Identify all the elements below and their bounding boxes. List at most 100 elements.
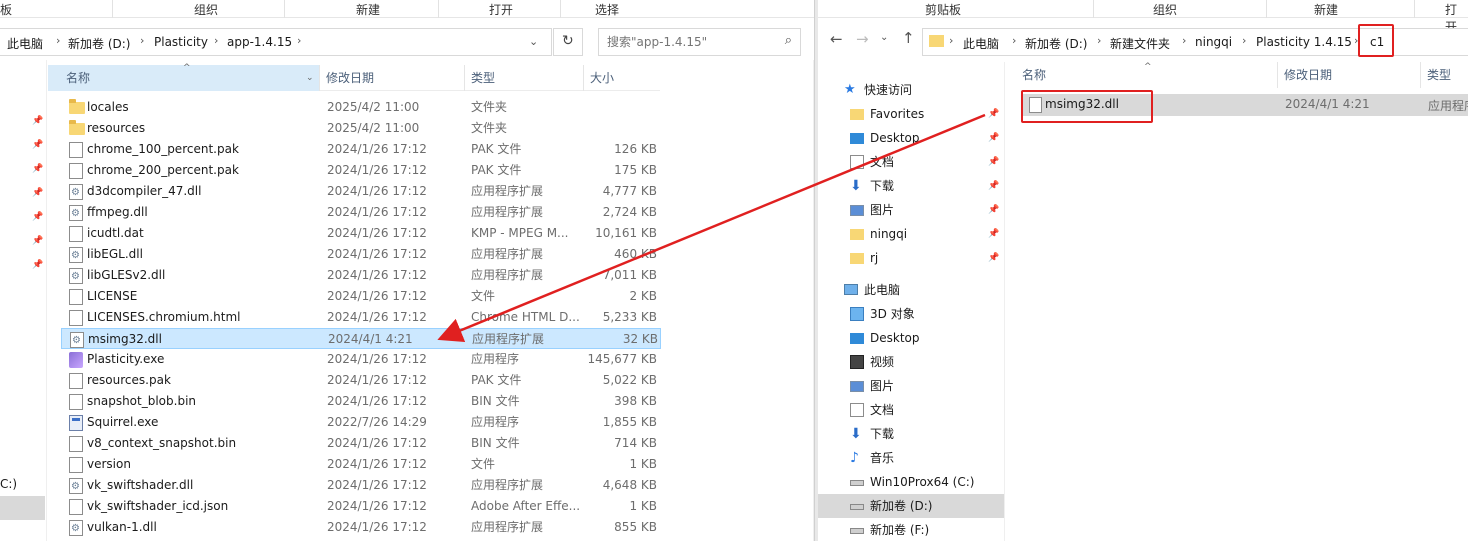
table-row[interactable]: LICENSE 2024/1/26 17:12 文件 2 KB	[61, 286, 673, 307]
ribbon-label[interactable]: 组织	[194, 1, 218, 18]
breadcrumb-item[interactable]: ningqi	[1195, 35, 1232, 49]
ribbon-label[interactable]: 组织	[1153, 1, 1177, 18]
breadcrumb-item[interactable]: 此电脑	[963, 35, 999, 52]
table-row[interactable]: Plasticity.exe 2024/1/26 17:12 应用程序 145,677…	[61, 349, 673, 370]
chevron-down-icon[interactable]: ⌄	[529, 35, 538, 48]
drive-label-fragment[interactable]: C:)	[0, 477, 17, 491]
table-row[interactable]: libGLESv2.dll 2024/1/26 17:12 应用程序扩展 7,011 …	[61, 265, 673, 287]
pin-icon[interactable]: 📌	[988, 150, 999, 174]
address-bar[interactable]: 此电脑 › 新加卷 (D:) › Plasticity › app-1.4.15…	[0, 28, 552, 56]
file-date: 2024/1/26 17:12	[327, 373, 427, 387]
chevron-right-icon[interactable]: ›	[214, 34, 218, 47]
nav-item[interactable]: 新加卷 (F:)	[818, 518, 1004, 541]
table-row[interactable]: v8_context_snapshot.bin 2024/1/26 17:12 BI…	[61, 433, 673, 454]
pin-icon[interactable]: 📌	[32, 212, 43, 222]
nav-item[interactable]: 新加卷 (D:)	[818, 494, 1004, 518]
table-row[interactable]: vulkan-1.dll 2024/1/26 17:12 应用程序扩展 855 KB	[61, 517, 673, 539]
table-row[interactable]: libEGL.dll 2024/1/26 17:12 应用程序扩展 460 KB	[61, 244, 673, 266]
ribbon-label[interactable]: 选择	[595, 1, 619, 18]
nav-item[interactable]: 视频	[818, 350, 1004, 374]
nav-item[interactable]: Desktop 📌	[818, 126, 1004, 150]
nav-item[interactable]: ⬇ 下载 📌	[818, 174, 1004, 198]
search-input[interactable]	[607, 30, 777, 54]
nav-item[interactable]: 文档 📌	[818, 150, 1004, 174]
recent-locations-chevron-icon[interactable]: ⌄	[880, 32, 888, 43]
chevron-right-icon[interactable]: ›	[297, 34, 301, 47]
pin-icon[interactable]: 📌	[988, 126, 999, 150]
pin-icon[interactable]: 📌	[32, 164, 43, 174]
nav-item[interactable]: ♪ 音乐	[818, 446, 1004, 470]
table-row[interactable]: version 2024/1/26 17:12 文件 1 KB	[61, 454, 673, 475]
forward-arrow-icon[interactable]: →	[856, 30, 869, 48]
nav-item[interactable]: ningqi 📌	[818, 222, 1004, 246]
chevron-right-icon[interactable]: ›	[949, 34, 953, 47]
chevron-right-icon[interactable]: ›	[1182, 34, 1186, 47]
column-header-name[interactable]: 名称 ^	[1016, 62, 1278, 88]
nav-selected-fragment[interactable]	[0, 496, 45, 520]
column-header-name[interactable]: 名称 ^ ⌄	[48, 63, 320, 91]
table-row[interactable]: resources 2025/4/2 11:00 文件夹	[61, 118, 673, 139]
chevron-down-icon[interactable]: ⌄	[306, 65, 314, 91]
ribbon-label[interactable]: 板	[0, 1, 12, 18]
table-row[interactable]: resources.pak 2024/1/26 17:12 PAK 文件 5,022 …	[61, 370, 673, 391]
table-row[interactable]: chrome_200_percent.pak 2024/1/26 17:12 PAK…	[61, 160, 673, 181]
breadcrumb-item[interactable]: 新加卷 (D:)	[68, 35, 130, 52]
up-arrow-icon[interactable]: ↑	[902, 29, 915, 47]
pin-icon[interactable]: 📌	[988, 174, 999, 198]
ribbon-label[interactable]: 新建	[1314, 1, 1338, 18]
column-header-date[interactable]: 修改日期	[320, 65, 465, 91]
breadcrumb-item[interactable]: Plasticity 1.4.15	[1256, 35, 1352, 49]
nav-item[interactable]: ★ 快速访问	[818, 78, 1004, 102]
pin-icon[interactable]: 📌	[32, 260, 43, 270]
table-row[interactable]: Squirrel.exe 2022/7/26 14:29 应用程序 1,855 KB	[61, 412, 673, 433]
pin-icon[interactable]: 📌	[988, 246, 999, 270]
nav-item[interactable]: 图片	[818, 374, 1004, 398]
pin-icon[interactable]: 📌	[988, 198, 999, 222]
table-row[interactable]: vk_swiftshader.dll 2024/1/26 17:12 应用程序扩展 4…	[61, 475, 673, 497]
nav-item[interactable]: rj 📌	[818, 246, 1004, 270]
column-header-type[interactable]: 类型	[465, 65, 584, 91]
breadcrumb-item[interactable]: app-1.4.15	[227, 35, 292, 49]
table-row[interactable]: ffmpeg.dll 2024/1/26 17:12 应用程序扩展 2,724 KB	[61, 202, 673, 224]
table-row[interactable]: snapshot_blob.bin 2024/1/26 17:12 BIN 文件 39…	[61, 391, 673, 412]
chevron-right-icon[interactable]: ›	[1012, 34, 1016, 47]
chevron-right-icon[interactable]: ›	[140, 34, 144, 47]
ribbon-label[interactable]: 打开	[489, 1, 513, 18]
pin-icon[interactable]: 📌	[32, 140, 43, 150]
column-header-size[interactable]: 大小	[584, 65, 660, 91]
nav-item[interactable]: Favorites 📌	[818, 102, 1004, 126]
ribbon-label[interactable]: 新建	[356, 1, 380, 18]
ribbon-label[interactable]: 剪贴板	[925, 1, 961, 18]
nav-item[interactable]: 文档	[818, 398, 1004, 422]
nav-item[interactable]: ⬇ 下载	[818, 422, 1004, 446]
breadcrumb-item[interactable]: 新加卷 (D:)	[1025, 35, 1087, 52]
table-row[interactable]: LICENSES.chromium.html 2024/1/26 17:12 Chr…	[61, 307, 673, 328]
chevron-right-icon[interactable]: ›	[56, 34, 60, 47]
chevron-right-icon[interactable]: ›	[1097, 34, 1101, 47]
pin-icon[interactable]: 📌	[32, 116, 43, 126]
column-header-type[interactable]: 类型	[1421, 62, 1468, 88]
column-header-date[interactable]: 修改日期	[1278, 62, 1421, 88]
breadcrumb-item[interactable]: Plasticity	[154, 35, 208, 49]
breadcrumb-item[interactable]: 新建文件夹	[1110, 35, 1170, 52]
nav-item[interactable]: 图片 📌	[818, 198, 1004, 222]
nav-item[interactable]: Win10Prox64 (C:)	[818, 470, 1004, 494]
table-row[interactable]: icudtl.dat 2024/1/26 17:12 KMP - MPEG M...…	[61, 223, 673, 244]
table-row[interactable]: vk_swiftshader_icd.json 2024/1/26 17:12 Ad…	[61, 496, 673, 517]
nav-item[interactable]: 3D 对象	[818, 302, 1004, 326]
pin-icon[interactable]: 📌	[32, 236, 43, 246]
table-row-selected[interactable]: msimg32.dll 2024/4/1 4:21 应用程序扩展 32 KB	[61, 328, 661, 351]
refresh-button[interactable]: ↻	[553, 28, 583, 56]
table-row[interactable]: locales 2025/4/2 11:00 文件夹	[61, 97, 673, 118]
pin-icon[interactable]: 📌	[988, 222, 999, 246]
breadcrumb-item[interactable]: 此电脑	[7, 35, 43, 52]
table-row[interactable]: chrome_100_percent.pak 2024/1/26 17:12 PAK…	[61, 139, 673, 160]
nav-item[interactable]: 此电脑	[818, 278, 1004, 302]
back-arrow-icon[interactable]: ←	[830, 30, 843, 48]
table-row[interactable]: d3dcompiler_47.dll 2024/1/26 17:12 应用程序扩展 4…	[61, 181, 673, 203]
pin-icon[interactable]: 📌	[988, 102, 999, 126]
nav-item[interactable]: Desktop	[818, 326, 1004, 350]
chevron-right-icon[interactable]: ›	[1242, 34, 1246, 47]
pin-icon[interactable]: 📌	[32, 188, 43, 198]
search-box[interactable]: ⌕	[598, 28, 801, 56]
